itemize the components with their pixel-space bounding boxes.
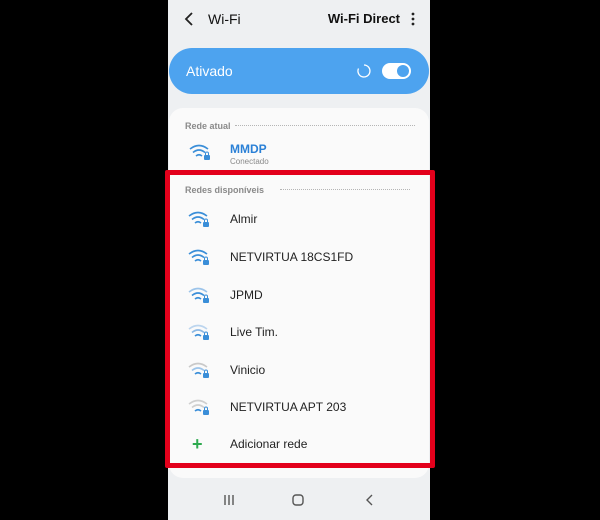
network-row-netvirtua-apt-203[interactable]: NETVIRTUA APT 203 <box>168 389 428 425</box>
current-network-row[interactable] <box>169 134 429 170</box>
network-name: NETVIRTUA APT 203 <box>230 400 347 414</box>
add-network-label: Adicionar rede <box>230 437 308 451</box>
network-name: Live Tim. <box>230 325 279 339</box>
network-name: NETVIRTUA 18CS1FD <box>230 250 354 264</box>
plus-icon: + <box>192 434 203 454</box>
wifi-direct-button[interactable]: Wi-Fi Direct <box>328 11 400 26</box>
wifi-lock-icon <box>188 249 209 265</box>
home-icon[interactable] <box>291 493 305 507</box>
wifi-lock-icon <box>188 399 209 415</box>
network-name: JPMD <box>230 288 263 302</box>
wifi-lock-icon <box>188 211 209 227</box>
divider <box>280 189 410 190</box>
page-title: Wi-Fi <box>208 11 241 27</box>
toggle-knob <box>397 65 409 77</box>
network-name: Almir <box>230 212 258 226</box>
wifi-lock-icon <box>189 144 210 160</box>
wifi-lock-icon <box>188 324 209 340</box>
wifi-lock-icon <box>188 287 209 303</box>
add-network-row[interactable]: + Adicionar rede <box>168 426 428 462</box>
chevron-left-icon[interactable] <box>182 9 198 29</box>
network-row-vinicio[interactable]: Vinicio <box>168 352 428 388</box>
wifi-master-switch-bar[interactable]: Ativado <box>169 48 429 94</box>
current-network-status: Conectado <box>230 157 269 166</box>
network-row-jpmd[interactable]: JPMD <box>168 277 428 313</box>
current-network-name: MMDP <box>230 142 267 156</box>
available-networks-section-title: Redes disponíveis <box>185 185 265 195</box>
divider <box>235 125 415 126</box>
more-vertical-icon[interactable] <box>406 9 420 29</box>
network-name: Vinicio <box>230 363 266 377</box>
wifi-toggle[interactable] <box>382 63 411 79</box>
recent-apps-icon[interactable] <box>222 493 236 507</box>
wifi-lock-icon <box>188 362 209 378</box>
wifi-status-label: Ativado <box>186 63 233 79</box>
system-navigation-bar <box>168 482 430 520</box>
network-row-live-tim[interactable]: Live Tim. <box>168 314 428 350</box>
scanning-spinner-icon <box>357 64 371 78</box>
back-icon[interactable] <box>365 493 375 507</box>
phone-screen: Wi-Fi Wi-Fi Direct Ativado Rede atual MM… <box>168 0 430 520</box>
network-row-almir[interactable]: Almir <box>168 201 428 237</box>
current-network-section-title: Rede atual <box>185 121 231 131</box>
network-row-netvirtua-18cs1fd[interactable]: NETVIRTUA 18CS1FD <box>168 239 428 275</box>
top-app-bar: Wi-Fi Wi-Fi Direct <box>168 0 430 40</box>
